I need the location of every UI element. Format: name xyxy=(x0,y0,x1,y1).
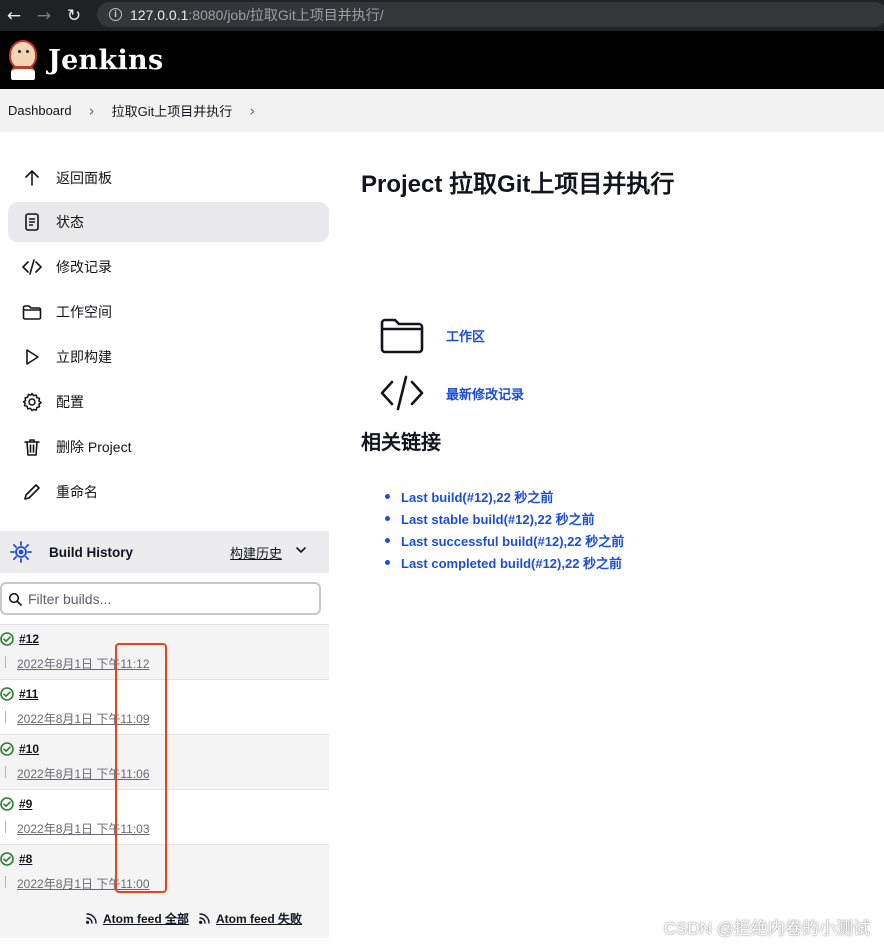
sidebar-item-label: 状态 xyxy=(56,214,84,230)
build-divider xyxy=(5,656,6,668)
workspace-link-label[interactable]: 工作区 xyxy=(446,326,485,345)
link-text: Last completed build(#12),22 秒之前 xyxy=(401,555,623,571)
build-divider xyxy=(5,821,6,833)
build-number-link[interactable]: #8 xyxy=(19,852,32,866)
workspace-link[interactable]: 工作区 xyxy=(378,315,485,355)
chevron-down-icon[interactable] xyxy=(295,544,307,556)
document-icon xyxy=(21,211,43,233)
sidebar-item-configure[interactable]: 配置 xyxy=(8,382,329,422)
arrow-up-icon xyxy=(21,167,43,189)
jenkins-header: Jenkins xyxy=(0,31,884,89)
build-number-link[interactable]: #11 xyxy=(19,687,38,701)
sidebar-item-label: 工作空间 xyxy=(56,304,112,320)
sidebar-item-rename[interactable]: 重命名 xyxy=(8,472,329,512)
back-arrow-icon[interactable]: ← xyxy=(2,4,26,28)
highlight-annotation-box xyxy=(115,643,167,893)
chevron-right-icon: › xyxy=(88,101,95,120)
folder-icon xyxy=(378,315,426,355)
related-links-title: 相关链接 xyxy=(361,432,441,454)
jenkins-logo-icon[interactable] xyxy=(8,40,38,80)
sidebar-item-label: 删除 Project xyxy=(56,439,132,455)
address-bar[interactable]: i 127.0.0.1:8080/job/拉取Git上项目并执行/ xyxy=(97,2,884,27)
success-check-icon xyxy=(0,797,14,811)
url-path: :8080/job/拉取Git上项目并执行/ xyxy=(188,6,384,23)
sidebar-item-label: 返回面板 xyxy=(56,170,112,186)
recent-changes-link[interactable]: 最新修改记录 xyxy=(378,373,524,413)
build-number-link[interactable]: #9 xyxy=(19,797,32,811)
link-text: Last successful build(#12),22 秒之前 xyxy=(401,533,625,549)
sidebar-item-status[interactable]: 状态 xyxy=(8,202,329,242)
sidebar-item-changes[interactable]: 修改记录 xyxy=(8,247,329,287)
info-icon[interactable]: i xyxy=(109,8,122,21)
breadcrumb-job[interactable]: 拉取Git上项目并执行 xyxy=(112,101,233,120)
build-history-title: Build History xyxy=(49,544,134,560)
sidebar-item-label: 配置 xyxy=(56,394,84,410)
breadcrumb-dashboard[interactable]: Dashboard xyxy=(8,103,72,118)
success-check-icon xyxy=(0,742,14,756)
link-text: Last stable build(#12),22 秒之前 xyxy=(401,511,595,527)
build-divider xyxy=(5,711,6,723)
browser-toolbar: ← → ↻ i 127.0.0.1:8080/job/拉取Git上项目并执行/ xyxy=(0,0,884,31)
build-history-icon xyxy=(10,541,32,563)
sidebar-item-label: 重命名 xyxy=(56,484,98,500)
search-icon xyxy=(8,592,22,606)
breadcrumb: Dashboard › 拉取Git上项目并执行 › xyxy=(0,89,884,132)
url-host: 127.0.0.1 xyxy=(130,6,189,23)
success-check-icon xyxy=(0,852,14,866)
filter-container xyxy=(0,573,329,624)
chevron-right-icon[interactable]: › xyxy=(249,102,255,120)
code-icon xyxy=(378,373,426,413)
atom-feed-failed-link[interactable]: Atom feed 失败 xyxy=(199,910,302,927)
sidebar-item-label: 立即构建 xyxy=(56,349,112,365)
recent-changes-link-label[interactable]: 最新修改记录 xyxy=(446,384,524,403)
page-title: Project 拉取Git上项目并执行 xyxy=(361,171,675,198)
build-divider xyxy=(5,876,6,888)
sidebar-item-label: 修改记录 xyxy=(56,259,112,275)
reload-icon[interactable]: ↻ xyxy=(62,4,86,28)
build-number-link[interactable]: #10 xyxy=(19,742,39,756)
atom-feed-failed-label: Atom feed 失败 xyxy=(216,912,303,926)
related-links-list: Last build(#12),22 秒之前 Last stable build… xyxy=(385,485,624,573)
build-divider xyxy=(5,766,6,778)
sidebar-item-back-to-dashboard[interactable]: 返回面板 xyxy=(8,158,329,198)
trash-icon xyxy=(21,436,43,458)
bullet-icon xyxy=(385,515,390,521)
last-completed-build-link[interactable]: Last completed build(#12),22 秒之前 xyxy=(385,551,624,573)
rss-icon xyxy=(199,913,210,924)
success-check-icon xyxy=(0,632,14,646)
play-icon xyxy=(21,346,43,368)
brand-name[interactable]: Jenkins xyxy=(48,45,163,76)
pencil-icon xyxy=(21,481,43,503)
last-successful-build-link[interactable]: Last successful build(#12),22 秒之前 xyxy=(385,529,624,551)
sidebar-item-workspace[interactable]: 工作空间 xyxy=(8,292,329,332)
code-icon xyxy=(21,256,43,278)
build-number-link[interactable]: #12 xyxy=(19,632,39,646)
rss-icon xyxy=(86,913,97,924)
bullet-icon xyxy=(385,537,390,543)
build-trend-link[interactable]: 构建历史 xyxy=(230,543,282,562)
filter-builds-input[interactable] xyxy=(28,590,308,607)
link-text: Last build(#12),22 秒之前 xyxy=(401,489,554,505)
forward-arrow-icon[interactable]: → xyxy=(32,4,56,28)
gear-icon xyxy=(21,391,43,413)
bullet-icon xyxy=(385,493,390,499)
atom-feeds: Atom feed 全部 Atom feed 失败 xyxy=(0,898,329,938)
last-build-link[interactable]: Last build(#12),22 秒之前 xyxy=(385,485,624,507)
bullet-icon xyxy=(385,559,390,565)
folder-icon xyxy=(21,301,43,323)
sidebar-item-delete-project[interactable]: 删除 Project xyxy=(8,427,329,467)
sidebar-item-build-now[interactable]: 立即构建 xyxy=(8,337,329,377)
success-check-icon xyxy=(0,687,14,701)
last-stable-build-link[interactable]: Last stable build(#12),22 秒之前 xyxy=(385,507,624,529)
atom-feed-all-label: Atom feed 全部 xyxy=(103,912,190,926)
build-history-header: Build History 构建历史 xyxy=(0,531,329,573)
watermark: CSDN @拒绝内卷的小测试 xyxy=(663,919,870,938)
filter-box[interactable] xyxy=(0,582,321,615)
atom-feed-all-link[interactable]: Atom feed 全部 xyxy=(86,910,189,927)
